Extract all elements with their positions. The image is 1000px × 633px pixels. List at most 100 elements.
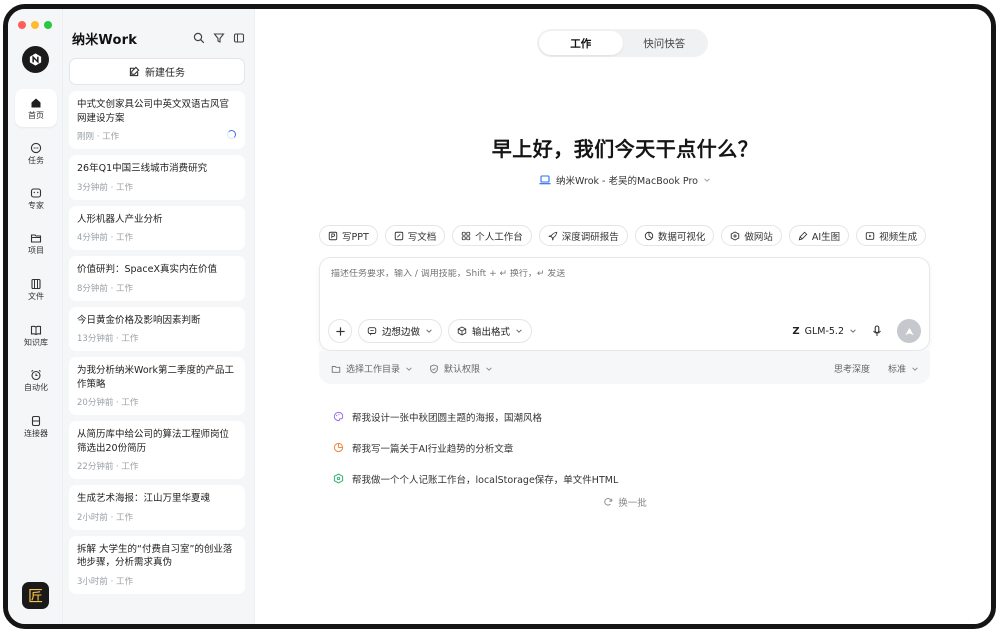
rail-item-knowledge[interactable]: 知识库	[15, 316, 57, 354]
search-icon[interactable]	[193, 32, 205, 44]
rail-label: 知识库	[24, 337, 48, 347]
device-name: 纳米Wrok - 老吴的MacBook Pro	[556, 176, 698, 187]
suggestion-text: 帮我做一个个人记账工作台，localStorage保存，单文件HTML	[352, 474, 619, 486]
tab-work[interactable]: 工作	[539, 31, 623, 55]
mode-dropdown[interactable]: 边想边做	[358, 319, 443, 343]
skill-chip[interactable]: 视频生成	[856, 225, 927, 246]
video-icon	[865, 231, 875, 240]
laptop-icon	[539, 175, 551, 185]
task-card[interactable]: 26年Q1中国三线城市消费研究 3分钟前 · 工作	[69, 155, 245, 200]
device-selector[interactable]: 纳米Wrok - 老吴的MacBook Pro	[255, 173, 991, 187]
output-format-dropdown[interactable]: 输出格式	[448, 319, 533, 343]
rail-label: 专家	[28, 200, 44, 210]
craftsman-badge[interactable]: 匠	[22, 582, 49, 609]
chevron-down-icon	[850, 329, 856, 333]
zhipu-logo-icon: Z	[792, 325, 800, 337]
suggestion-text: 帮我设计一张中秋团圆主题的海报，国潮风格	[352, 412, 543, 424]
task-title: 26年Q1中国三线城市消费研究	[77, 163, 208, 174]
sidebar-header: 纳米Work	[72, 28, 245, 48]
thinking-level-dropdown[interactable]: 标准	[888, 362, 919, 375]
rail-label: 项目	[28, 245, 44, 255]
skill-chip[interactable]: 写PPT	[319, 225, 378, 246]
mode-label: 边想边做	[382, 327, 421, 338]
microphone-icon[interactable]	[871, 325, 883, 337]
rail-label: 首页	[28, 110, 44, 120]
brush-icon	[798, 231, 808, 240]
app-logo[interactable]	[22, 46, 49, 73]
nav-rail: 首页 任务 专家 项目 文件 知识库 自动化 连接器 匠	[8, 9, 63, 624]
skill-chip[interactable]: 做网站	[721, 225, 782, 246]
ppt-icon	[328, 231, 338, 240]
work-dir-selector[interactable]: 选择工作目录	[331, 362, 413, 375]
send-button[interactable]	[897, 319, 921, 343]
sidebar-title: 纳米Work	[72, 32, 138, 48]
chevron-down-icon	[516, 329, 522, 333]
chat-icon	[30, 142, 42, 153]
task-title: 从简历库中给公司的算法工程师岗位筛选出20份简历	[77, 429, 230, 454]
thinking-settings: 思考深度 标准	[834, 362, 919, 375]
task-meta: 4分钟前 · 工作	[77, 233, 134, 243]
task-card[interactable]: 今日黄金价格及影响因素判断 13分钟前 · 工作	[69, 306, 245, 351]
app-window: 首页 任务 专家 项目 文件 知识库 自动化 连接器 匠 纳米Work 新建任务…	[3, 4, 996, 629]
rail-item-tasks[interactable]: 任务	[15, 134, 57, 172]
chart-icon	[644, 231, 654, 240]
model-selector[interactable]: Z GLM-5.2	[792, 326, 857, 337]
skill-chip[interactable]: 深度调研报告	[538, 225, 628, 246]
permission-selector[interactable]: 默认权限	[429, 362, 493, 375]
refresh-suggestions-button[interactable]: 换一批	[255, 495, 991, 509]
rail-item-home[interactable]: 首页	[15, 89, 57, 127]
pie-icon	[333, 442, 344, 453]
filter-icon[interactable]	[213, 32, 225, 44]
task-card[interactable]: 从简历库中给公司的算法工程师岗位筛选出20份简历 22分钟前 · 工作	[69, 421, 245, 479]
skill-chip[interactable]: 数据可视化	[634, 225, 715, 246]
refresh-icon	[604, 498, 613, 506]
skill-chips: 写PPT 写文档 个人工作台 深度调研报告 数据可视化 做网站 AI生图 视频生成	[319, 225, 927, 246]
task-card[interactable]: 价值研判：SpaceX真实内在价值 8分钟前 · 工作	[69, 256, 245, 301]
task-card[interactable]: 人形机器人产业分析 4分钟前 · 工作	[69, 205, 245, 250]
suggestion-item[interactable]: 帮我设计一张中秋团圆主题的海报，国潮风格	[333, 401, 618, 432]
mode-toggle: 工作 快问快答	[537, 29, 708, 57]
rail-item-connectors[interactable]: 连接器	[15, 407, 57, 445]
sidebar-tools	[193, 32, 245, 44]
close-window-button[interactable]	[18, 21, 26, 29]
task-title: 人形机器人产业分析	[77, 213, 163, 225]
task-card[interactable]: 拆解 大学生的“付费自习室”的创业落地步骤，分析需求真伪 3小时前 · 工作	[69, 535, 245, 594]
add-attachment-button[interactable]	[328, 319, 352, 343]
task-input[interactable]	[331, 269, 918, 279]
suggestion-list: 帮我设计一张中秋团圆主题的海报，国潮风格帮我写一篇关于AI行业趋势的分析文章帮我…	[333, 401, 618, 494]
skill-chip[interactable]: 个人工作台	[452, 225, 532, 246]
book-icon	[30, 325, 42, 335]
cube-icon	[457, 326, 467, 336]
task-card[interactable]: 生成艺术海报：江山万里华夏魂 2小时前 · 工作	[69, 485, 245, 530]
sidebar-toggle-icon[interactable]	[233, 32, 245, 44]
model-label: GLM-5.2	[804, 325, 844, 337]
task-title: 价值研判：SpaceX真实内在价值	[77, 264, 217, 275]
rail-item-projects[interactable]: 项目	[15, 224, 57, 262]
task-card[interactable]: 中式文创家具公司中英文双语古风官网建设方案 刚刚 · 工作	[69, 91, 245, 149]
suggestion-item[interactable]: 帮我写一篇关于AI行业趋势的分析文章	[333, 432, 618, 463]
skill-chip[interactable]: AI生图	[788, 225, 850, 246]
zoom-window-button[interactable]	[44, 21, 52, 29]
chevron-down-icon	[486, 366, 492, 371]
task-title: 生成艺术海报：江山万里华夏魂	[77, 493, 211, 504]
composer-options: 选择工作目录 默认权限 思考深度 标准	[331, 362, 919, 375]
rail-item-files[interactable]: 文件	[15, 270, 57, 308]
task-card[interactable]: 为我分析纳米Work第二季度的产品工作策略 20分钟前 · 工作	[69, 357, 245, 415]
window-controls	[18, 21, 52, 29]
chevron-down-icon	[704, 178, 710, 182]
new-task-button[interactable]: 新建任务	[69, 58, 245, 85]
grid-icon	[462, 231, 471, 240]
tab-quick-qa[interactable]: 快问快答	[623, 31, 707, 55]
main-panel: 工作 快问快答 早上好，我们今天干点什么？ 纳米Wrok - 老吴的MacBoo…	[255, 9, 991, 624]
skill-chip[interactable]: 写文档	[384, 225, 446, 246]
minimize-window-button[interactable]	[31, 21, 39, 29]
task-meta: 3小时前 · 工作	[77, 576, 134, 587]
nano-logo-icon	[29, 53, 42, 66]
rail-item-automation[interactable]: 自动化	[15, 361, 57, 399]
file-icon	[31, 278, 41, 289]
composer-right-tools: Z GLM-5.2	[792, 319, 921, 343]
new-task-label: 新建任务	[145, 68, 185, 79]
suggestion-item[interactable]: 帮我做一个个人记账工作台，localStorage保存，单文件HTML	[333, 463, 618, 494]
folder-icon	[30, 233, 42, 243]
rail-item-experts[interactable]: 专家	[15, 179, 57, 217]
